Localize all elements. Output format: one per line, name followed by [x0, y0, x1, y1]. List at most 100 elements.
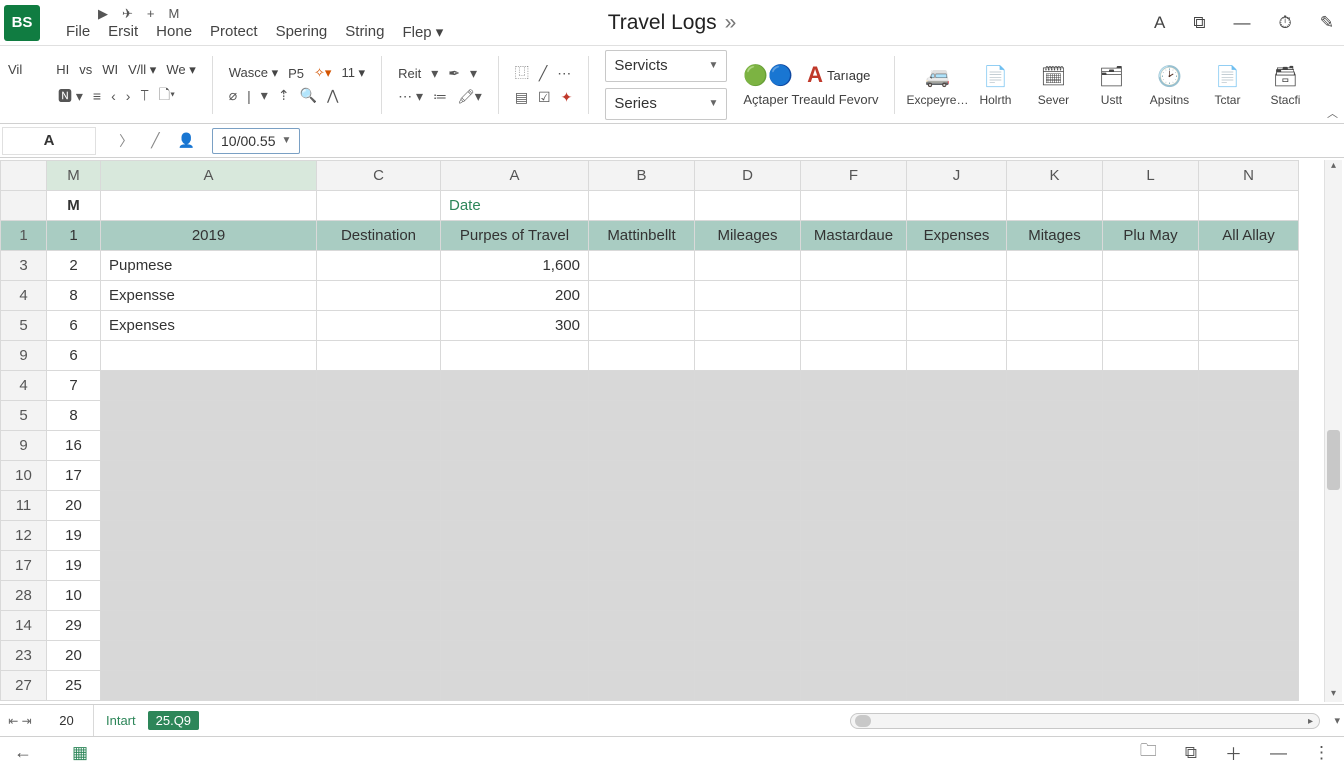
cell[interactable]: [1007, 611, 1103, 641]
cell[interactable]: 29: [47, 611, 101, 641]
ribbon-action-tctar[interactable]: 📄Tctar: [1201, 63, 1253, 107]
cell[interactable]: [317, 281, 441, 311]
cell[interactable]: [1007, 671, 1103, 701]
cell[interactable]: [101, 491, 317, 521]
cell[interactable]: 1: [47, 221, 101, 251]
cell[interactable]: [907, 191, 1007, 221]
cell[interactable]: [101, 581, 317, 611]
cell[interactable]: [1007, 521, 1103, 551]
cell[interactable]: [441, 521, 589, 551]
cell[interactable]: Plu May: [1103, 221, 1199, 251]
cell[interactable]: [1, 191, 47, 221]
cell[interactable]: [317, 311, 441, 341]
cell[interactable]: [1199, 641, 1299, 671]
cell[interactable]: Purpes of Travel: [441, 221, 589, 251]
cell[interactable]: [441, 371, 589, 401]
cell[interactable]: [695, 371, 801, 401]
rb-reit[interactable]: Reit: [398, 66, 421, 81]
name-box[interactable]: A: [2, 127, 96, 155]
sheet-nav-icons[interactable]: ⇤ ⇥: [0, 714, 40, 728]
qa-play-icon[interactable]: ▶: [98, 6, 108, 22]
cell[interactable]: [101, 551, 317, 581]
rb-sparkle-icon[interactable]: ✧▾: [314, 65, 331, 81]
cell[interactable]: [695, 611, 801, 641]
cell[interactable]: [907, 671, 1007, 701]
cell[interactable]: [801, 251, 907, 281]
cell[interactable]: [317, 581, 441, 611]
cell[interactable]: 4: [1, 281, 47, 311]
rb-reit-drop[interactable]: ▾: [431, 65, 438, 82]
cell[interactable]: Mastardaue: [801, 221, 907, 251]
cell[interactable]: [907, 491, 1007, 521]
formula-input[interactable]: 10/00.55 ▼: [212, 128, 300, 154]
cell[interactable]: [317, 401, 441, 431]
rb-list-icon[interactable]: ≔: [433, 88, 447, 105]
cell[interactable]: [441, 431, 589, 461]
cell[interactable]: [317, 431, 441, 461]
rb-wi[interactable]: WI: [102, 62, 118, 77]
cell[interactable]: [1103, 281, 1199, 311]
fb-accept-icon[interactable]: 〉: [119, 131, 133, 151]
scroll-right-icon[interactable]: ▸: [1308, 716, 1313, 727]
cell[interactable]: [101, 611, 317, 641]
cell[interactable]: [695, 431, 801, 461]
cell[interactable]: [1007, 371, 1103, 401]
cell[interactable]: [589, 641, 695, 671]
cell[interactable]: 20: [47, 641, 101, 671]
cell[interactable]: Date: [441, 191, 589, 221]
cell[interactable]: [317, 491, 441, 521]
cell[interactable]: 17: [1, 551, 47, 581]
cell[interactable]: 8: [47, 281, 101, 311]
cell[interactable]: [589, 461, 695, 491]
actaper-label[interactable]: Açtaper Treauld Fevorv: [743, 92, 878, 107]
cell[interactable]: [589, 251, 695, 281]
fb-cancel-icon[interactable]: ╱: [151, 132, 159, 149]
cell[interactable]: 28: [1, 581, 47, 611]
cell[interactable]: [1007, 281, 1103, 311]
cell[interactable]: [907, 521, 1007, 551]
cell[interactable]: [1007, 311, 1103, 341]
cell[interactable]: [907, 311, 1007, 341]
rb-shape-icon[interactable]: ⿶: [515, 63, 529, 83]
cell[interactable]: [441, 611, 589, 641]
cell[interactable]: 200: [441, 281, 589, 311]
qa-send-icon[interactable]: ✈: [122, 6, 133, 22]
cell[interactable]: 19: [47, 551, 101, 581]
cell[interactable]: [1103, 371, 1199, 401]
rb-highlight-icon[interactable]: 🖍▾: [457, 88, 482, 105]
cell[interactable]: [1103, 521, 1199, 551]
cell[interactable]: [801, 191, 907, 221]
column-header[interactable]: [1, 161, 47, 191]
cell[interactable]: [589, 671, 695, 701]
menu-hone[interactable]: Hone: [156, 23, 192, 41]
cell[interactable]: [1199, 671, 1299, 701]
cell[interactable]: [801, 311, 907, 341]
column-header[interactable]: A: [441, 161, 589, 191]
cell[interactable]: [101, 641, 317, 671]
menu-flep[interactable]: Flep ▾: [402, 23, 443, 41]
column-header[interactable]: N: [1199, 161, 1299, 191]
menu-ersit[interactable]: Ersit: [108, 23, 138, 41]
ribbon-collapse-icon[interactable]: ︿: [1327, 105, 1338, 121]
cell[interactable]: [317, 521, 441, 551]
cell[interactable]: [695, 551, 801, 581]
cell[interactable]: [1199, 401, 1299, 431]
cell[interactable]: [1103, 341, 1199, 371]
rb-link-icon[interactable]: ⌀: [229, 87, 237, 104]
cell[interactable]: [695, 311, 801, 341]
rb-next-icon[interactable]: ›: [126, 88, 131, 104]
cell[interactable]: 3: [1, 251, 47, 281]
cell[interactable]: [1103, 581, 1199, 611]
cell[interactable]: [801, 371, 907, 401]
qa-plus-icon[interactable]: +: [147, 6, 155, 21]
cell[interactable]: [101, 461, 317, 491]
status-dots-icon[interactable]: 🟢🔵: [743, 63, 793, 88]
cell[interactable]: 20: [47, 491, 101, 521]
cell[interactable]: [101, 521, 317, 551]
cell[interactable]: 16: [47, 431, 101, 461]
cell[interactable]: [1103, 401, 1199, 431]
cell[interactable]: [589, 401, 695, 431]
back-icon[interactable]: ←: [14, 742, 32, 763]
cell[interactable]: [1103, 491, 1199, 521]
ribbon-action-sever[interactable]: 🗓Sever: [1027, 63, 1079, 107]
